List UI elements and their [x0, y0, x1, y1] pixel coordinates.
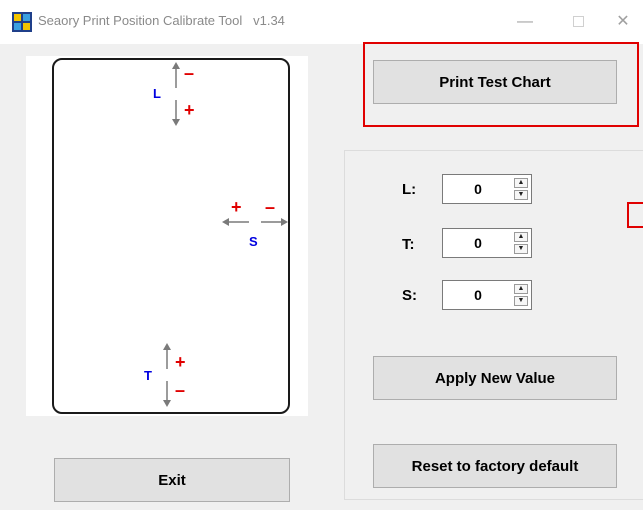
reset-factory-default-button[interactable]: Reset to factory default [373, 444, 617, 488]
exit-button[interactable]: Exit [54, 458, 290, 502]
spin-down-icon[interactable]: ▼ [514, 296, 528, 306]
l-minus-sign: – [184, 63, 195, 83]
l-plus-sign: + [184, 100, 195, 120]
t-minus-sign: – [175, 380, 186, 400]
t-plus-sign: + [175, 352, 186, 372]
edge-highlight-box [627, 202, 643, 228]
card-label-s: S [249, 234, 258, 249]
maximize-icon [572, 16, 584, 27]
vertical-arrow-icon [172, 62, 180, 126]
spin-up-icon[interactable]: ▲ [514, 178, 528, 188]
t-value[interactable]: 0 [443, 229, 513, 257]
vertical-arrow-icon [163, 343, 171, 407]
maximize-button[interactable] [558, 8, 598, 36]
s-value-spinner[interactable]: 0 ▲ ▼ [442, 280, 532, 310]
card-label-t: T [144, 368, 152, 383]
title-bar: Seaory Print Position Calibrate Tool v1.… [0, 0, 643, 44]
s-minus-sign: – [265, 197, 276, 217]
s-plus-sign: + [231, 197, 242, 217]
window-title: Seaory Print Position Calibrate Tool v1.… [38, 13, 285, 28]
field-label-t: T: [402, 236, 415, 253]
l-value[interactable]: 0 [443, 175, 513, 203]
l-value-spinner[interactable]: 0 ▲ ▼ [442, 174, 532, 204]
spin-down-icon[interactable]: ▼ [514, 244, 528, 254]
field-label-l: L: [402, 181, 417, 198]
app-icon [12, 12, 32, 32]
close-button[interactable]: ✕ [603, 8, 643, 36]
card-label-l: L [153, 86, 161, 101]
minimize-button[interactable]: — [505, 8, 545, 36]
window-version: v1.34 [253, 13, 285, 28]
spin-up-icon[interactable]: ▲ [514, 232, 528, 242]
field-label-s: S: [402, 287, 417, 304]
print-test-chart-button[interactable]: Print Test Chart [373, 60, 617, 104]
horizontal-arrow-icon [222, 218, 288, 226]
t-value-spinner[interactable]: 0 ▲ ▼ [442, 228, 532, 258]
apply-new-value-button[interactable]: Apply New Value [373, 356, 617, 400]
spin-up-icon[interactable]: ▲ [514, 284, 528, 294]
s-value[interactable]: 0 [443, 281, 513, 309]
spin-down-icon[interactable]: ▼ [514, 190, 528, 200]
